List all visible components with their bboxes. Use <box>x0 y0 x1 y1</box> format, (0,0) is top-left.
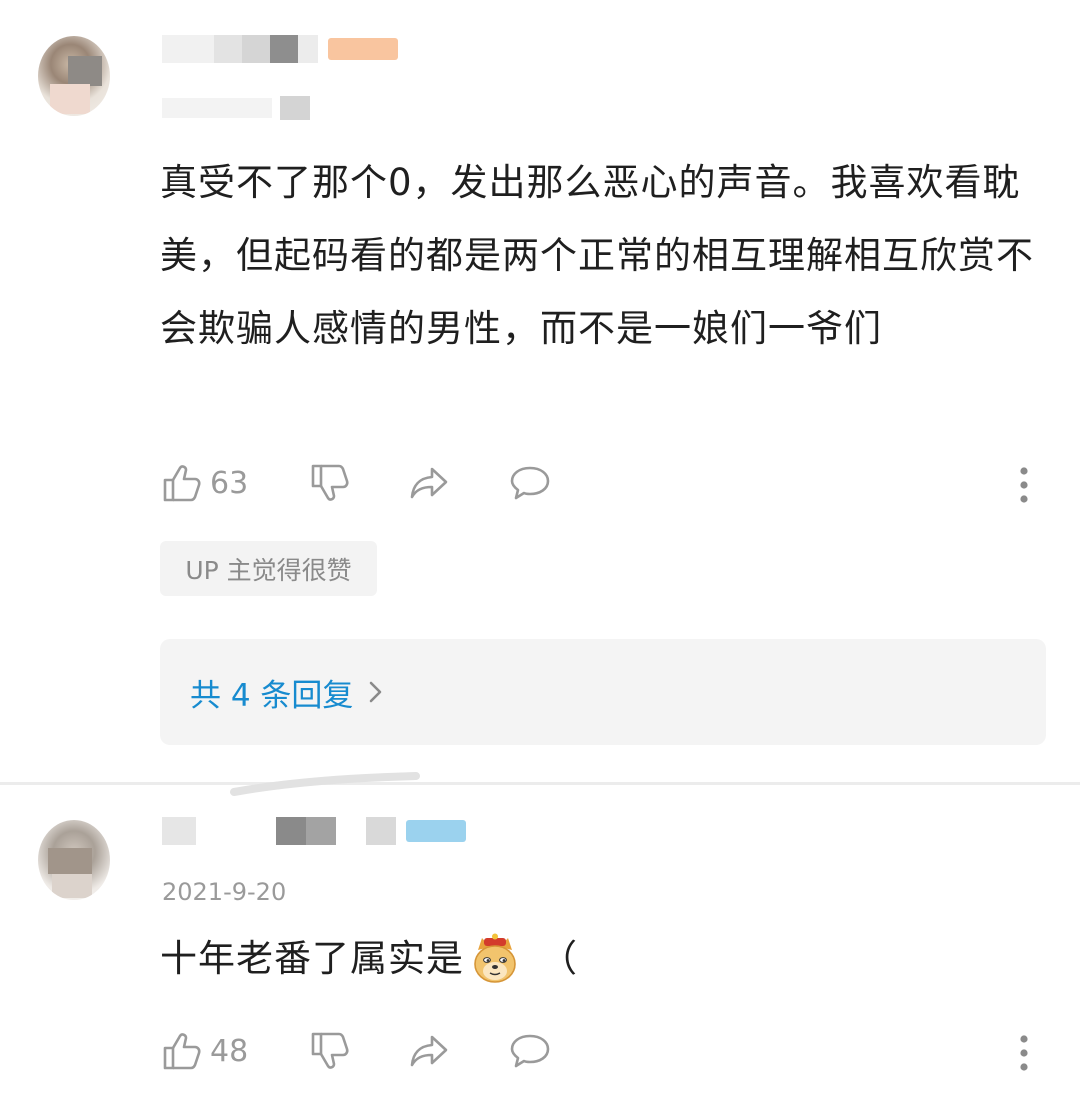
redaction-block <box>162 35 214 63</box>
comment-date: 2021-9-20 <box>162 878 287 906</box>
replies-count-label: 共 4 条回复 <box>190 677 354 714</box>
like-button[interactable]: 63 <box>160 461 248 505</box>
redaction-block <box>306 817 336 845</box>
redaction-block <box>214 35 242 63</box>
chevron-right-icon <box>370 681 382 703</box>
redaction-block <box>336 817 366 845</box>
redaction-block <box>280 96 310 120</box>
comment-text-tail: （ <box>540 937 578 980</box>
avatar[interactable] <box>38 820 110 900</box>
redaction-block <box>270 35 298 63</box>
like-count: 63 <box>210 465 249 501</box>
level-badge-redacted <box>328 38 398 60</box>
up-liked-badge: UP 主觉得很赞 <box>160 541 377 596</box>
username-redacted[interactable] <box>162 32 398 66</box>
more-icon <box>1020 1035 1028 1071</box>
dislike-button[interactable] <box>308 461 352 505</box>
dislike-button[interactable] <box>308 1029 352 1073</box>
avatar-mosaic <box>68 56 102 86</box>
level-badge-redacted <box>406 820 466 842</box>
comment-text: 真受不了那个0，发出那么恶心的声音。我喜欢看耽美，但起码看的都是两个正常的相互理… <box>160 161 1034 350</box>
avatar-mosaic <box>52 874 92 898</box>
share-button[interactable] <box>408 1029 452 1073</box>
comment-icon <box>510 1034 550 1068</box>
timestamp-redacted <box>162 96 310 120</box>
thumbs-up-icon <box>163 465 201 502</box>
more-icon <box>1020 467 1028 503</box>
thumbs-down-icon <box>311 464 349 501</box>
redaction-block <box>366 817 396 845</box>
redaction-block <box>162 817 196 845</box>
view-replies-link[interactable]: 共 4 条回复 <box>190 670 385 715</box>
reply-button[interactable] <box>508 461 552 505</box>
redaction-block <box>196 817 276 845</box>
avatar-mosaic <box>50 84 90 114</box>
share-button[interactable] <box>408 461 452 505</box>
comment-actions: 48 <box>160 1029 1040 1079</box>
redaction-block <box>162 98 272 118</box>
reply-button[interactable] <box>508 1029 552 1073</box>
share-icon <box>410 1035 448 1067</box>
comment-item: 真受不了那个0，发出那么恶心的声音。我喜欢看耽美，但起码看的都是两个正常的相互理… <box>0 0 1080 782</box>
avatar[interactable] <box>38 36 110 116</box>
redaction-block <box>276 817 306 845</box>
share-icon <box>410 467 448 499</box>
comment-icon <box>510 466 550 500</box>
thumbs-down-icon <box>311 1032 349 1069</box>
replies-panel[interactable]: 共 4 条回复 <box>160 639 1046 745</box>
comment-text-main: 十年老番了属实是 <box>160 937 464 980</box>
more-button[interactable] <box>1018 1033 1030 1077</box>
redaction-block <box>298 35 318 63</box>
avatar-mosaic <box>48 848 92 874</box>
comment-divider <box>0 782 1080 785</box>
like-count: 48 <box>210 1033 249 1069</box>
redaction-block <box>242 35 270 63</box>
comment-item: 2021-9-20 十年老番了属实是 （ 48 <box>0 786 1080 1115</box>
comment-actions: 63 <box>160 461 1040 511</box>
doge-emoji-icon <box>474 933 516 983</box>
like-button[interactable]: 48 <box>160 1029 248 1073</box>
thumbs-up-icon <box>163 1033 201 1070</box>
username-redacted[interactable] <box>162 814 466 848</box>
more-button[interactable] <box>1018 465 1030 509</box>
comment-text: 十年老番了属实是 （ <box>160 922 1040 995</box>
